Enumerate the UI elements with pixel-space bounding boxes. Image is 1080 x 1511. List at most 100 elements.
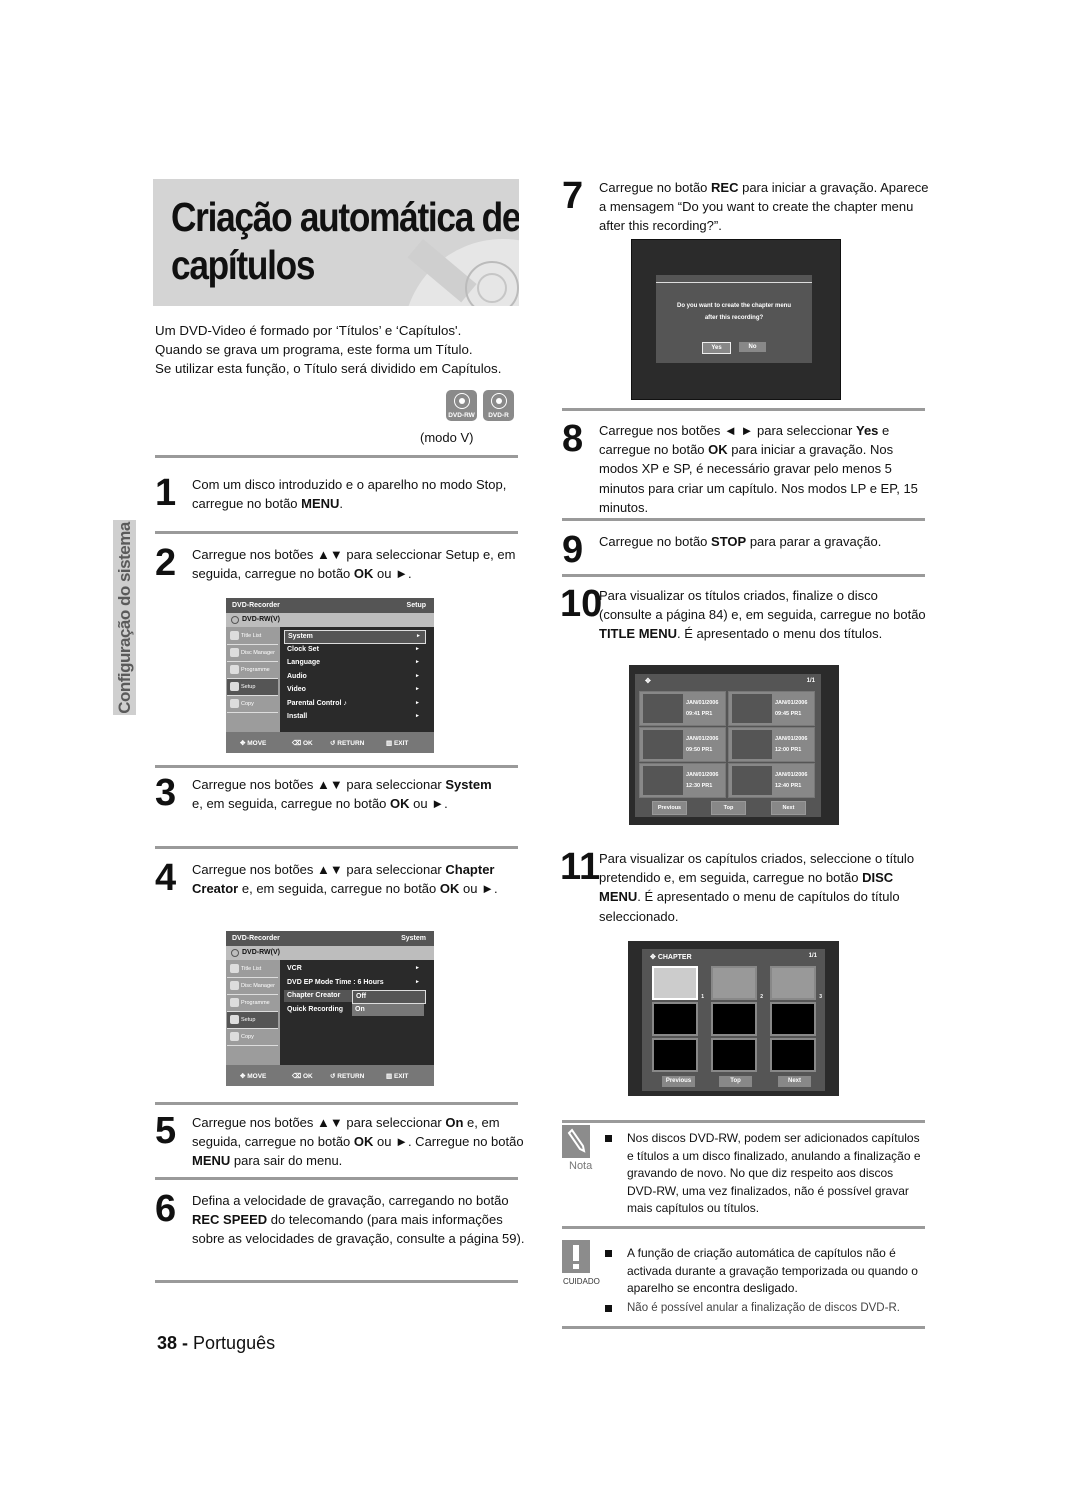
osd-menu-item[interactable]: Clock Set ► — [284, 644, 424, 656]
chapter-thumbnail[interactable] — [711, 1002, 757, 1036]
divider — [155, 1102, 518, 1105]
option-value[interactable]: Off — [352, 990, 426, 1004]
nav-previous-button[interactable]: Previous — [652, 801, 687, 815]
osd-section: Setup — [406, 602, 426, 609]
title-item[interactable]: JAN/01/2006 09:41 PR1 — [639, 691, 726, 726]
caution-item: Não é possível anular a finalização de d… — [605, 1300, 930, 1318]
title-item[interactable]: JAN/01/2006 12:40 PR1 — [728, 763, 815, 798]
osd-menu-item[interactable]: Video ► — [284, 684, 424, 696]
osd-section: System — [401, 935, 426, 942]
osd-menu-item[interactable]: Language ► — [284, 657, 424, 669]
title-thumbnail — [732, 766, 772, 795]
chapter-dialog-screen: Do you want to create the chapter menu af… — [631, 239, 841, 400]
osd-sidebar-item[interactable]: Copy — [227, 696, 278, 713]
sidebar-item-label: Title List — [241, 966, 262, 972]
note-label: Nota — [569, 1160, 593, 1172]
chapter-thumbnail[interactable]: 3 — [770, 966, 822, 1000]
dvd-r-badge: DVD-R — [483, 390, 514, 421]
osd-sidebar-item[interactable]: Title List — [227, 961, 278, 978]
step-text: Defina a velocidade de gravação, carrega… — [192, 1193, 525, 1247]
osd-sidebar-item[interactable]: Disc Manager — [227, 645, 278, 662]
osd-sidebar-item[interactable]: Setup — [227, 679, 278, 696]
chapter-thumbnail[interactable]: 1 — [652, 966, 704, 1000]
footer-hint-exit: ▥ EXIT — [386, 740, 409, 747]
sidebar-item-icon — [230, 682, 239, 691]
divider — [562, 408, 925, 411]
osd-sidebar-item[interactable]: Disc Manager — [227, 978, 278, 995]
sidebar-item-label: Disc Manager — [241, 983, 275, 989]
no-button[interactable]: No — [739, 342, 766, 352]
nav-top-button[interactable]: Top — [711, 801, 746, 815]
yes-button[interactable]: Yes — [702, 342, 731, 354]
setup-menu-screen: DVD-Recorder Setup DVD-RW(V) Title List Disc… — [226, 598, 434, 753]
osd-sidebar-item[interactable]: Copy — [227, 1029, 278, 1046]
osd-menu-item[interactable]: Quick Recording On — [284, 1003, 424, 1016]
divider — [155, 1280, 518, 1283]
title-time: 12:00 PR1 — [775, 747, 802, 753]
option-value[interactable]: On — [352, 1003, 424, 1016]
disc-label: DVD-RW(V) — [242, 949, 280, 956]
osd-sidebar-item[interactable]: Title List — [227, 628, 278, 645]
menu-item-label: Clock Set — [287, 645, 319, 653]
menu-item-label: Parental Control ♪ — [287, 699, 347, 707]
nav-next-button[interactable]: Next — [771, 801, 806, 815]
title-item[interactable]: JAN/01/2006 12:00 PR1 — [728, 727, 815, 762]
footer-hint-return: ↺ RETURN — [330, 740, 365, 747]
sidebar-item-icon — [230, 998, 239, 1007]
sidebar-item-label: Programme — [241, 1000, 270, 1006]
disc-icon — [231, 949, 239, 957]
osd-menu-list: System ► Clock Set ► Language ► Audio ► Video ► Pa… — [282, 627, 432, 732]
osd-menu-item[interactable]: Audio ► — [284, 671, 424, 683]
step-text: Carregue no botão STOP para parar a grav… — [599, 534, 882, 549]
osd-menu-item[interactable]: VCR ► — [284, 963, 424, 975]
osd-sidebar-item[interactable]: Programme — [227, 995, 278, 1012]
osd-disc-type: DVD-RW(V) — [226, 946, 434, 960]
osd-header: DVD-Recorder Setup — [226, 598, 434, 613]
nav-next-button[interactable]: Next — [778, 1076, 811, 1087]
osd-menu-item[interactable]: DVD EP Mode Time : 6 Hours ► — [284, 977, 424, 989]
system-menu-screen: DVD-Recorder System DVD-RW(V) Title List Dis… — [226, 931, 434, 1086]
osd-menu-item[interactable]: Parental Control ♪ ► — [284, 698, 424, 710]
title-info: JAN/01/2006 09:45 PR1 — [775, 698, 807, 720]
divider — [562, 1120, 925, 1123]
disc-label: DVD-RW(V) — [242, 616, 280, 623]
title-time: 09:50 PR1 — [686, 747, 713, 753]
osd-footer: ✥ MOVE ⌫ OK ↺ RETURN ▥ EXIT — [226, 1065, 434, 1086]
chapter-thumbnail[interactable] — [770, 1038, 816, 1072]
footer-hint-ok: ⌫ OK — [292, 1073, 313, 1080]
nav-previous-button[interactable]: Previous — [662, 1076, 695, 1087]
osd-sidebar: Title List Disc Manager Programme Setup Copy — [226, 627, 280, 732]
osd-menu-item[interactable]: Chapter Creator Off — [284, 990, 426, 1004]
sidebar-item-icon — [230, 981, 239, 990]
nav-top-button[interactable]: Top — [719, 1076, 752, 1087]
footer-hint-exit: ▥ EXIT — [386, 1073, 409, 1080]
step-text: Carregue nos botões ◄ ► para seleccionar… — [599, 423, 918, 515]
title-info: JAN/01/2006 12:00 PR1 — [775, 734, 807, 756]
title-time: 09:45 PR1 — [775, 711, 802, 717]
osd-sidebar-item[interactable]: Programme — [227, 662, 278, 679]
dvd-rw-badge: DVD-RW — [446, 390, 477, 421]
osd-menu-item[interactable]: Install ► — [284, 711, 424, 723]
chapter-thumbnail[interactable] — [770, 1002, 816, 1036]
disc-icon — [454, 393, 470, 409]
osd-sidebar-item[interactable]: Setup — [227, 1012, 278, 1029]
menu-item-label: Chapter Creator — [287, 992, 341, 999]
title-banner: Criação automática de capítulos — [153, 179, 519, 306]
arrow-right-icon: ► — [415, 965, 420, 971]
title-info: JAN/01/2006 09:50 PR1 — [686, 734, 718, 756]
chapter-thumbnail[interactable] — [711, 1038, 757, 1072]
chapter-thumbnail[interactable]: 2 — [711, 966, 763, 1000]
footer-hint-return: ↺ RETURN — [330, 1073, 365, 1080]
sidebar-item-icon — [230, 648, 239, 657]
chapter-thumbnail[interactable] — [652, 1038, 698, 1072]
title-item[interactable]: JAN/01/2006 09:50 PR1 — [639, 727, 726, 762]
sidebar-item-label: Programme — [241, 667, 270, 673]
footer-hint-ok: ⌫ OK — [292, 740, 313, 747]
page-footer: 38 - Português — [157, 1333, 276, 1353]
chapter-thumbnail[interactable] — [652, 1002, 698, 1036]
osd-menu-item[interactable]: System ► — [284, 630, 426, 644]
menu-item-label: System — [288, 633, 313, 640]
title-item[interactable]: JAN/01/2006 12:30 PR1 — [639, 763, 726, 798]
title-item[interactable]: JAN/01/2006 09:45 PR1 — [728, 691, 815, 726]
title-menu-screen: ✥ 1/1 JAN/01/2006 09:41 PR1 JAN/01/2006 09:… — [629, 665, 839, 825]
